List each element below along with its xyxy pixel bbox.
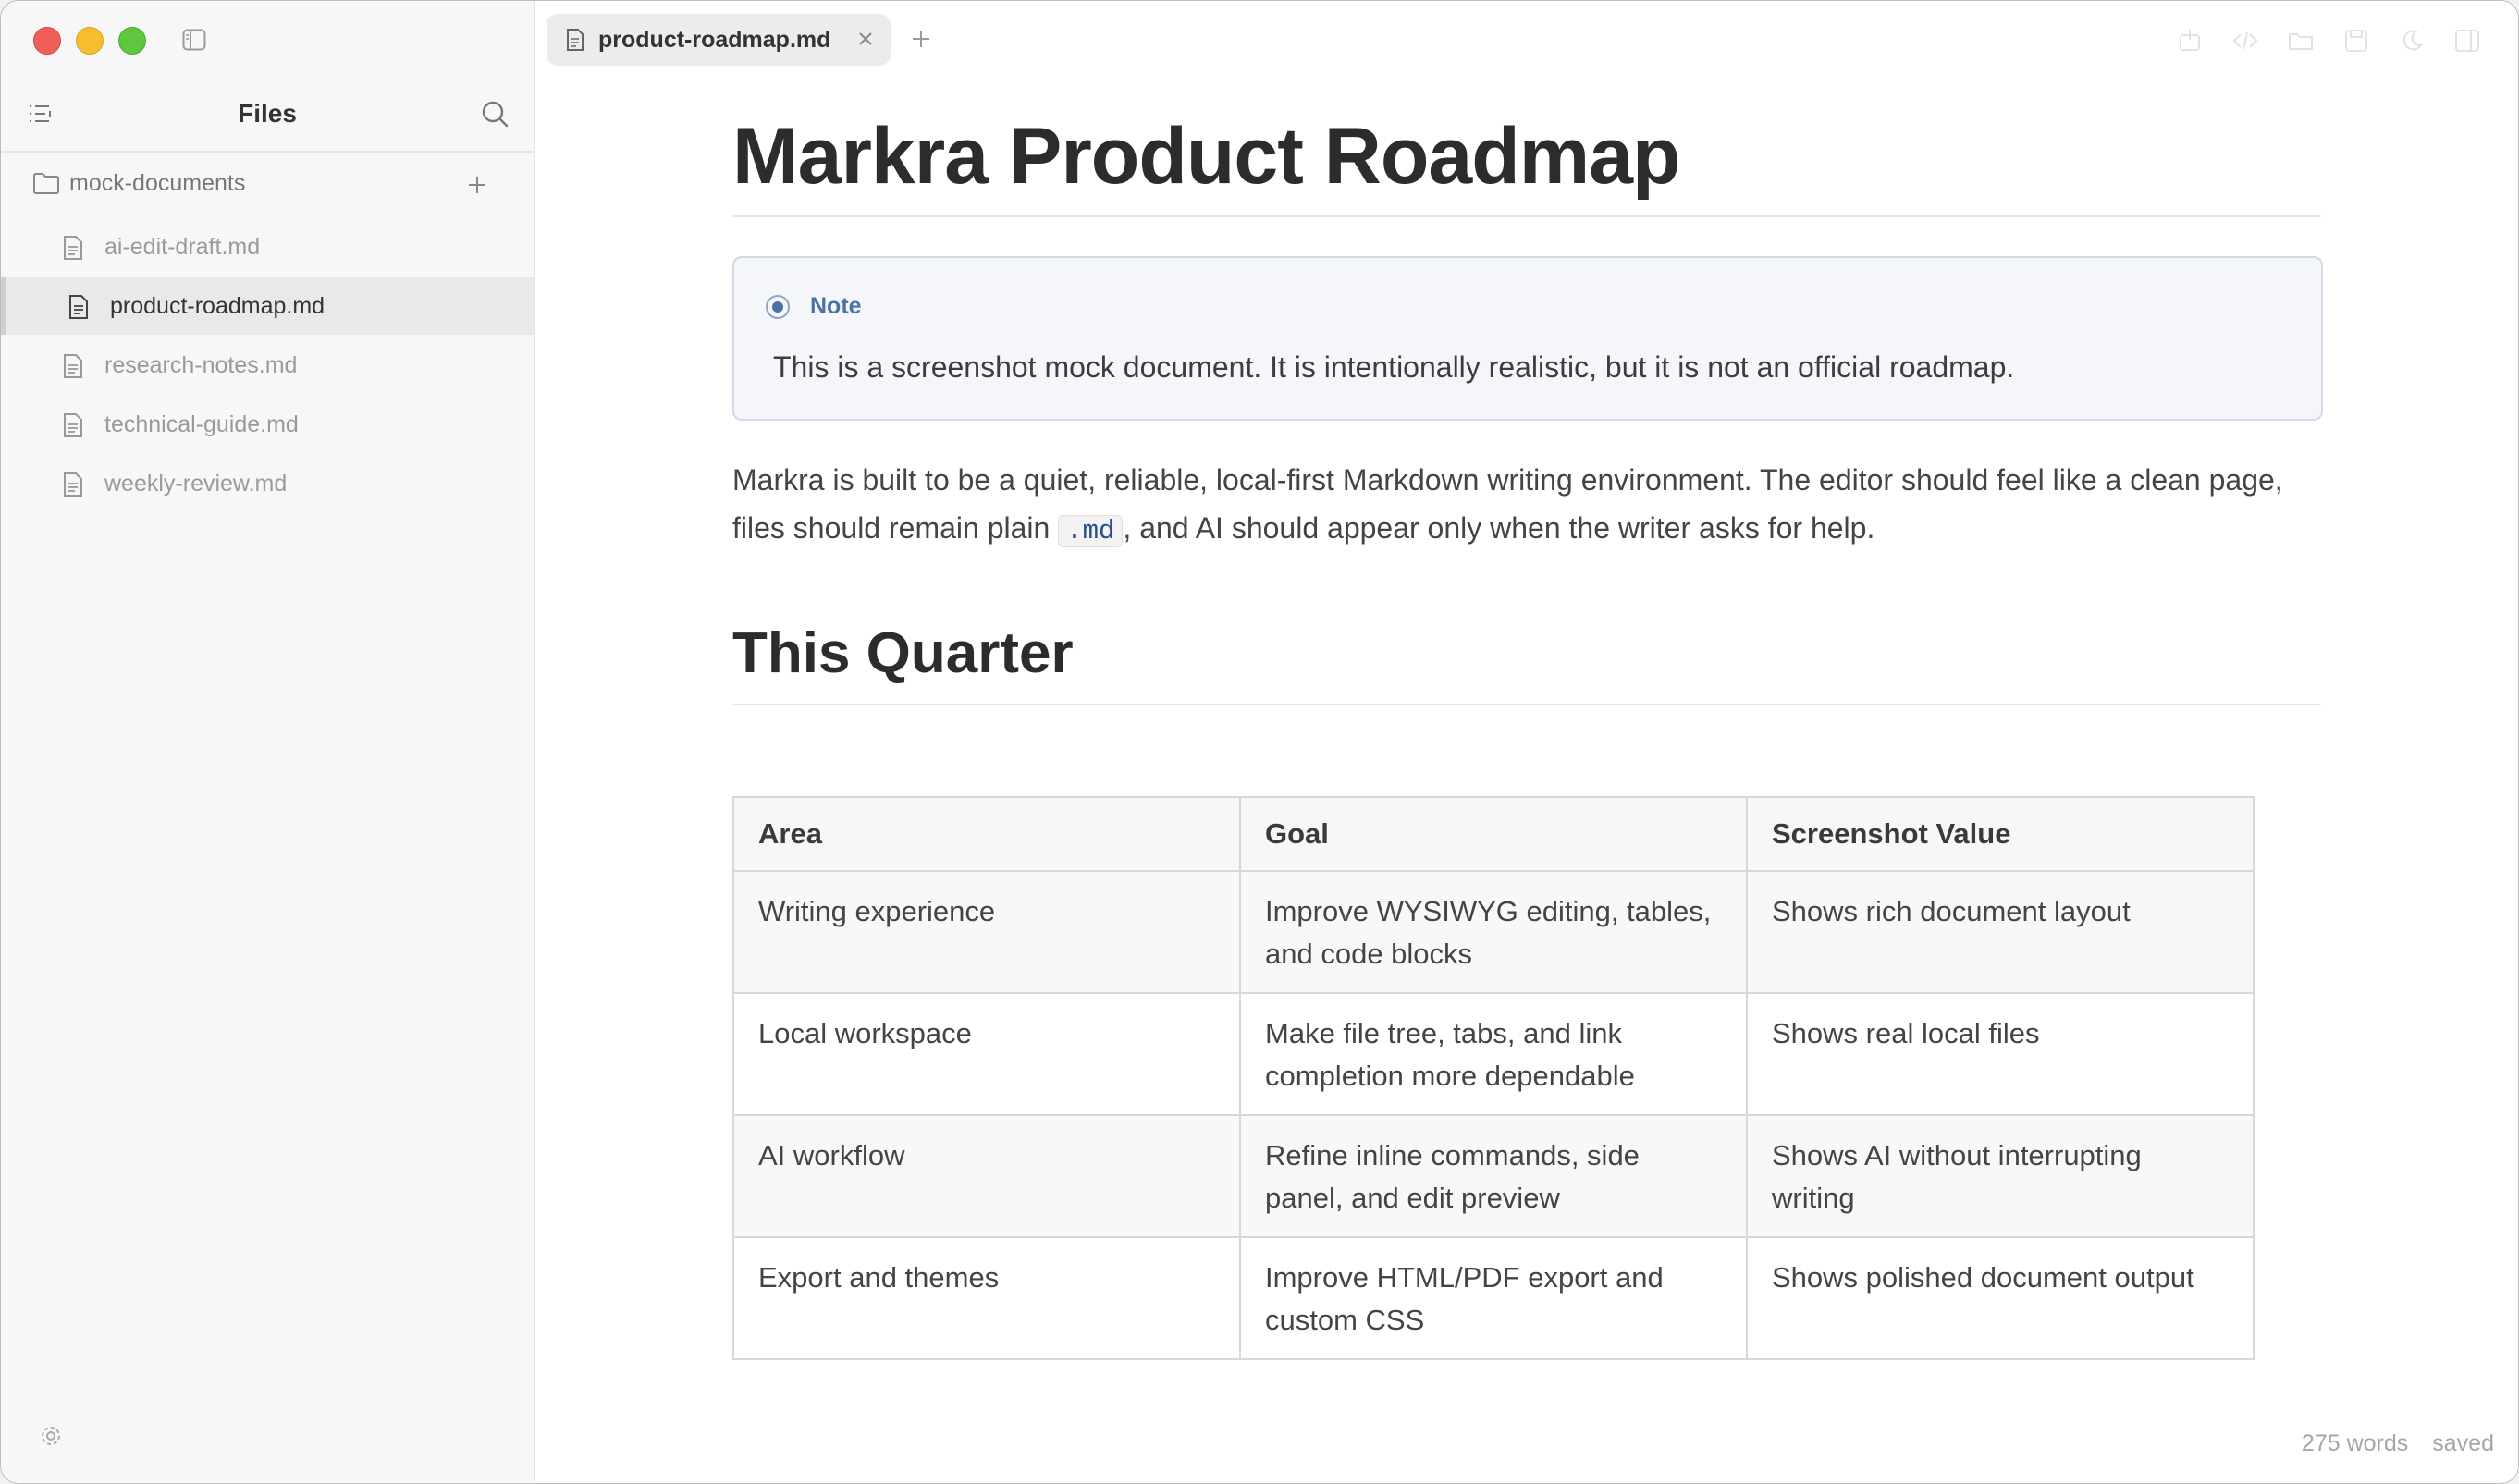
status-bar: 275 words saved [2278, 1430, 2494, 1457]
roadmap-table: Area Goal Screenshot Value Writing exper… [732, 796, 2255, 1360]
word-count: 275 words [2301, 1430, 2409, 1456]
theme-moon-icon[interactable] [2398, 27, 2426, 55]
file-label: technical-guide.md [104, 411, 299, 437]
table-cell: Export and themes [732, 1236, 1241, 1360]
source-code-icon[interactable] [2231, 27, 2259, 55]
document-icon [567, 29, 584, 51]
tab-product-roadmap[interactable]: product-roadmap.md [547, 14, 891, 66]
tab-label: product-roadmap.md [598, 27, 831, 53]
export-icon[interactable] [2176, 27, 2204, 55]
file-item-weekly-review[interactable]: weekly-review.md [1, 455, 534, 512]
file-label: product-roadmap.md [110, 293, 326, 319]
note-callout: Note This is a screenshot mock document.… [732, 256, 2323, 421]
file-item-ai-edit-draft[interactable]: ai-edit-draft.md [1, 218, 534, 276]
document-icon [69, 295, 88, 319]
file-item-research-notes[interactable]: research-notes.md [1, 337, 534, 394]
save-status: saved [2432, 1430, 2494, 1456]
search-icon[interactable] [480, 99, 510, 129]
table-cell: Refine inline commands, side panel, and … [1239, 1114, 1748, 1238]
table-cell: AI workflow [732, 1114, 1241, 1238]
editor-area: product-roadmap.md Markra Product Roadma… [535, 1, 2518, 1483]
right-panel-icon[interactable] [2453, 27, 2481, 55]
document-icon [64, 236, 82, 260]
open-folder-icon[interactable] [2287, 27, 2315, 55]
app-window: Files mock-documents ai-edit-draft.md pr… [0, 0, 2519, 1484]
info-dot-icon [766, 295, 790, 319]
table-header-cell: Screenshot Value [1746, 796, 2255, 872]
files-title: Files [238, 99, 297, 128]
table-cell: Improve WYSIWYG editing, tables, and cod… [1239, 870, 1748, 994]
table-cell: Shows polished document output [1746, 1236, 2255, 1360]
table-row: AI workflow Refine inline commands, side… [732, 1114, 2255, 1238]
sidebar-toggle-icon[interactable] [182, 29, 206, 51]
file-item-product-roadmap[interactable]: product-roadmap.md [1, 277, 534, 335]
file-label: ai-edit-draft.md [104, 234, 261, 260]
section-heading: This Quarter [732, 617, 2321, 705]
file-label: weekly-review.md [104, 471, 288, 497]
minimize-window-button[interactable] [76, 27, 104, 55]
paragraph-text: , and AI should appear only when the wri… [1123, 511, 1875, 545]
table-row: Local workspace Make file tree, tabs, an… [732, 992, 2255, 1116]
new-tab-icon[interactable] [909, 27, 933, 51]
table-cell: Shows rich document layout [1746, 870, 2255, 994]
file-label: research-notes.md [104, 352, 298, 378]
file-item-technical-guide[interactable]: technical-guide.md [1, 396, 534, 453]
files-header: Files [1, 80, 534, 153]
save-icon[interactable] [2342, 27, 2370, 55]
document-icon [64, 413, 82, 437]
document-icon [64, 472, 82, 497]
table-cell: Improve HTML/PDF export and custom CSS [1239, 1236, 1748, 1360]
table-row: Writing experience Improve WYSIWYG editi… [732, 870, 2255, 994]
table-row: Export and themes Improve HTML/PDF expor… [732, 1236, 2255, 1360]
document-title: Markra Product Roadmap [732, 110, 2321, 217]
tab-bar: product-roadmap.md [535, 1, 2518, 80]
table-cell: Shows AI without interrupting writing [1746, 1114, 2255, 1238]
table-header-row: Area Goal Screenshot Value [732, 796, 2255, 872]
note-title: Note [810, 293, 862, 319]
add-file-icon[interactable] [463, 171, 491, 199]
table-cell: Shows real local files [1746, 992, 2255, 1116]
intro-paragraph: Markra is built to be a quiet, reliable,… [732, 456, 2332, 556]
note-body: This is a screenshot mock document. It i… [773, 350, 2015, 384]
table-header-cell: Area [732, 796, 1241, 872]
gear-icon[interactable] [38, 1423, 64, 1449]
table-header-cell: Goal [1239, 796, 1748, 872]
table-cell: Local workspace [732, 992, 1241, 1116]
close-window-button[interactable] [33, 27, 61, 55]
sidebar: Files mock-documents ai-edit-draft.md pr… [1, 1, 535, 1483]
inline-code: .md [1058, 515, 1124, 547]
maximize-window-button[interactable] [118, 27, 146, 55]
table-cell: Make file tree, tabs, and link completio… [1239, 992, 1748, 1116]
close-tab-icon[interactable] [855, 29, 876, 49]
folder-label: mock-documents [69, 170, 246, 196]
folder-mock-documents[interactable]: mock-documents [1, 160, 534, 208]
table-cell: Writing experience [732, 870, 1241, 994]
folder-icon [33, 173, 59, 194]
document-icon [64, 354, 82, 378]
